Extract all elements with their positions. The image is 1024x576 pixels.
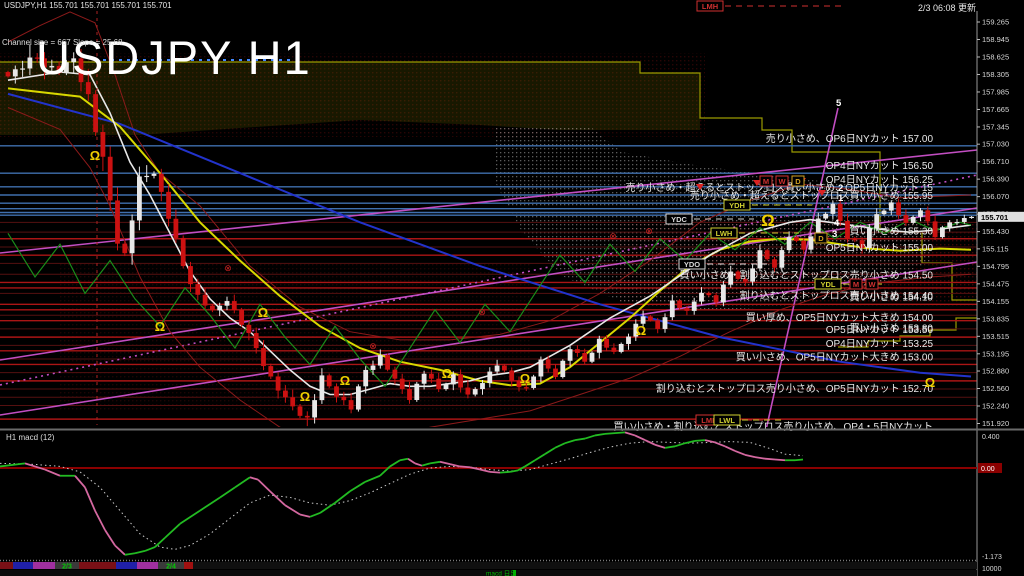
strip-scale-label: 10000 [982, 566, 1002, 573]
price-tag-label: LMH [702, 2, 718, 11]
session-strip [0, 560, 977, 576]
main-chart-region[interactable] [0, 11, 977, 425]
symbol-ohlc-readout: USDJPY,H1 155.701 155.701 155.701 155.70… [4, 1, 172, 10]
mt4-chart-window: 売り小さめ、OP6日NYカット 157.00 OP4日NYカット 156.50 OP… [0, 0, 1024, 576]
macd-panel-region[interactable] [0, 431, 977, 560]
price-axis[interactable] [977, 11, 1024, 560]
